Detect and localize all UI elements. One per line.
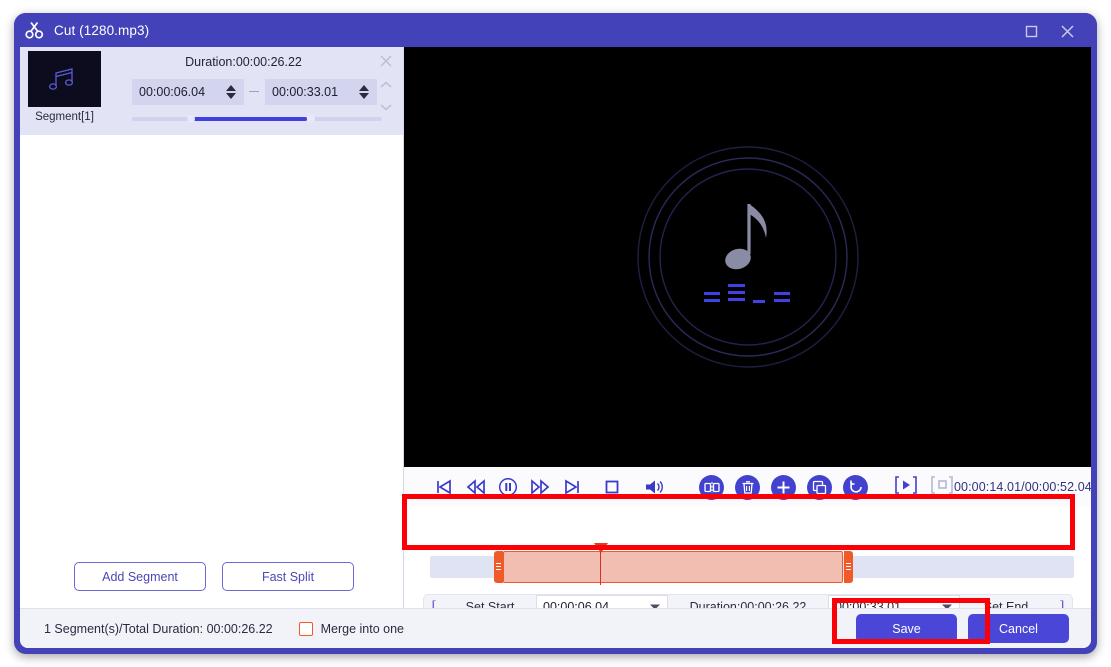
stepper-down-icon[interactable] [359, 93, 369, 99]
segment-range-handle-left[interactable] [187, 115, 195, 123]
segment-range-slider[interactable] [132, 115, 382, 123]
segment-duration-text: Duration:00:00:26.22 [185, 55, 302, 69]
segment-end-value: 00:00:33.01 [272, 85, 339, 99]
reset-icon[interactable] [843, 474, 868, 500]
window-title: Cut (1280.mp3) [54, 22, 150, 38]
segment-start-stepper[interactable]: 00:00:06.04 [132, 79, 244, 105]
range-dash [249, 91, 259, 92]
playhead-marker-icon[interactable] [594, 543, 608, 553]
segment-controls: Duration:00:00:26.22 00:00:06.04 00:00:3… [101, 47, 403, 135]
preview-stop-icon[interactable] [930, 475, 954, 500]
segment-item[interactable]: Segment[1] Duration:00:00:26.22 00:00:06… [20, 47, 403, 135]
segment-thumbnail-wrap: Segment[1] [20, 47, 101, 135]
segment-list-panel: Segment[1] Duration:00:00:26.22 00:00:06… [20, 47, 403, 608]
segment-actions: Add Segment Fast Split [74, 562, 354, 591]
stepper-up-icon[interactable] [226, 85, 236, 91]
grip-line [495, 569, 501, 570]
pause-icon[interactable] [493, 472, 523, 502]
fast-forward-icon[interactable] [525, 472, 555, 502]
video-preview[interactable] [404, 47, 1091, 467]
titlebar: Cut (1280.mp3) [14, 13, 1097, 47]
previous-icon[interactable] [429, 472, 459, 502]
chevron-up-icon[interactable] [379, 77, 393, 95]
segment-range-fill [187, 117, 307, 121]
close-icon[interactable] [379, 54, 393, 73]
close-icon[interactable] [1057, 21, 1077, 41]
grip-line [495, 566, 501, 567]
music-notes-icon [28, 51, 101, 107]
timeline-area[interactable] [404, 507, 1091, 585]
segment-summary-status: 1 Segment(s)/Total Duration: 00:00:26.22 [44, 621, 273, 636]
timeline-playhead[interactable] [594, 543, 608, 585]
time-readout: 00:00:14.01/00:00:52.04 [954, 480, 1091, 494]
rewind-icon[interactable] [461, 472, 491, 502]
bottom-bar: 1 Segment(s)/Total Duration: 00:00:26.22… [20, 608, 1091, 648]
cut-dialog-window: Cut (1280.mp3) Segment[1] Duration:00:00… [14, 13, 1097, 654]
album-art-visualizer [633, 142, 863, 372]
edit-action-buttons [699, 474, 868, 500]
volume-icon[interactable] [639, 472, 669, 502]
add-icon[interactable] [771, 474, 796, 500]
grip-line [845, 563, 851, 564]
chevron-down-icon[interactable] [379, 99, 393, 117]
add-segment-button[interactable]: Add Segment [74, 562, 206, 591]
playback-control-bar: 00:00:14.01/00:00:52.04 [404, 467, 1091, 507]
transport-controls [429, 472, 669, 502]
dialog-actions: Save Cancel [856, 614, 1069, 643]
stepper-arrows-start[interactable] [221, 79, 241, 105]
copy-icon[interactable] [807, 474, 832, 500]
segment-list-empty-area: Add Segment Fast Split [20, 135, 403, 608]
split-icon[interactable] [699, 474, 724, 500]
grip-line [845, 566, 851, 567]
segment-label: Segment[1] [35, 111, 94, 123]
merge-into-one-label: Merge into one [320, 621, 404, 636]
fast-split-button[interactable]: Fast Split [222, 562, 354, 591]
preview-play-icon[interactable] [894, 475, 918, 500]
preview-buttons [894, 475, 954, 500]
stepper-down-icon[interactable] [226, 93, 236, 99]
maximize-icon[interactable] [1021, 21, 1041, 41]
stop-icon[interactable] [597, 472, 627, 502]
stepper-arrows-end[interactable] [354, 79, 374, 105]
segment-range-handle-right[interactable] [307, 115, 315, 123]
selection-handle-right[interactable] [843, 550, 853, 583]
dialog-body: Segment[1] Duration:00:00:26.22 00:00:06… [20, 47, 1091, 648]
stepper-up-icon[interactable] [359, 85, 369, 91]
cancel-button[interactable]: Cancel [968, 614, 1069, 643]
grip-line [845, 569, 851, 570]
delete-icon[interactable] [735, 474, 760, 500]
scissors-icon [25, 20, 45, 40]
merge-into-one-checkbox[interactable]: Merge into one [298, 621, 404, 636]
checkbox-box[interactable] [298, 621, 313, 636]
segment-start-value: 00:00:06.04 [139, 85, 206, 99]
next-icon[interactable] [557, 472, 587, 502]
segment-end-stepper[interactable]: 00:00:33.01 [265, 79, 377, 105]
selection-handle-left[interactable] [493, 550, 503, 583]
save-button[interactable]: Save [856, 614, 957, 643]
grip-line [495, 563, 501, 564]
timeline-selection[interactable] [493, 550, 853, 583]
segment-side-actions [375, 54, 397, 117]
